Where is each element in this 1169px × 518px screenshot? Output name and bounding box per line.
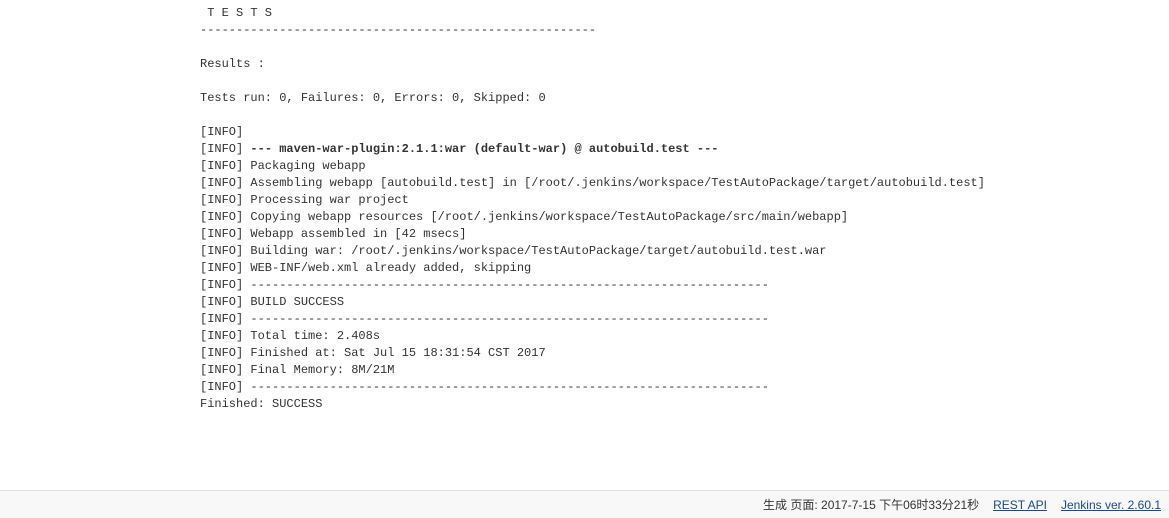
console-line: [INFO]	[200, 142, 250, 156]
console-line: [INFO] Copying webapp resources [/root/.…	[200, 210, 848, 224]
console-line: [INFO]	[200, 125, 250, 139]
console-line: [INFO] Webapp assembled in [42 msecs]	[200, 227, 466, 241]
console-line: ----------------------------------------…	[200, 23, 596, 37]
console-line: [INFO] WEB-INF/web.xml already added, sk…	[200, 261, 531, 275]
footer: 生成 页面: 2017-7-15 下午06时33分21秒 REST API Je…	[0, 490, 1169, 518]
console-line: Tests run: 0, Failures: 0, Errors: 0, Sk…	[200, 91, 546, 105]
console-line: Finished: SUCCESS	[200, 397, 322, 411]
console-line: [INFO] Building war: /root/.jenkins/work…	[200, 244, 827, 258]
console-output: T E S T S ------------------------------…	[0, 0, 1169, 413]
console-line: [INFO] ---------------------------------…	[200, 278, 769, 292]
console-line: [INFO] BUILD SUCCESS	[200, 295, 344, 309]
rest-api-link[interactable]: REST API	[993, 498, 1047, 512]
console-line: [INFO] Assembling webapp [autobuild.test…	[200, 176, 985, 190]
console-line: [INFO] Processing war project	[200, 193, 409, 207]
console-line: [INFO] ---------------------------------…	[200, 380, 769, 394]
console-line: [INFO] ---------------------------------…	[200, 312, 769, 326]
console-line: [INFO] Finished at: Sat Jul 15 18:31:54 …	[200, 346, 546, 360]
console-line-bold: --- maven-war-plugin:2.1.1:war (default-…	[250, 142, 718, 156]
console-line: [INFO] Packaging webapp	[200, 159, 366, 173]
jenkins-version-link[interactable]: Jenkins ver. 2.60.1	[1061, 498, 1161, 512]
console-line: T E S T S	[200, 6, 272, 20]
footer-generated-text: 生成 页面: 2017-7-15 下午06时33分21秒	[763, 496, 979, 513]
console-line: Results :	[200, 57, 265, 71]
console-line: [INFO] Final Memory: 8M/21M	[200, 363, 394, 377]
console-line: [INFO] Total time: 2.408s	[200, 329, 380, 343]
